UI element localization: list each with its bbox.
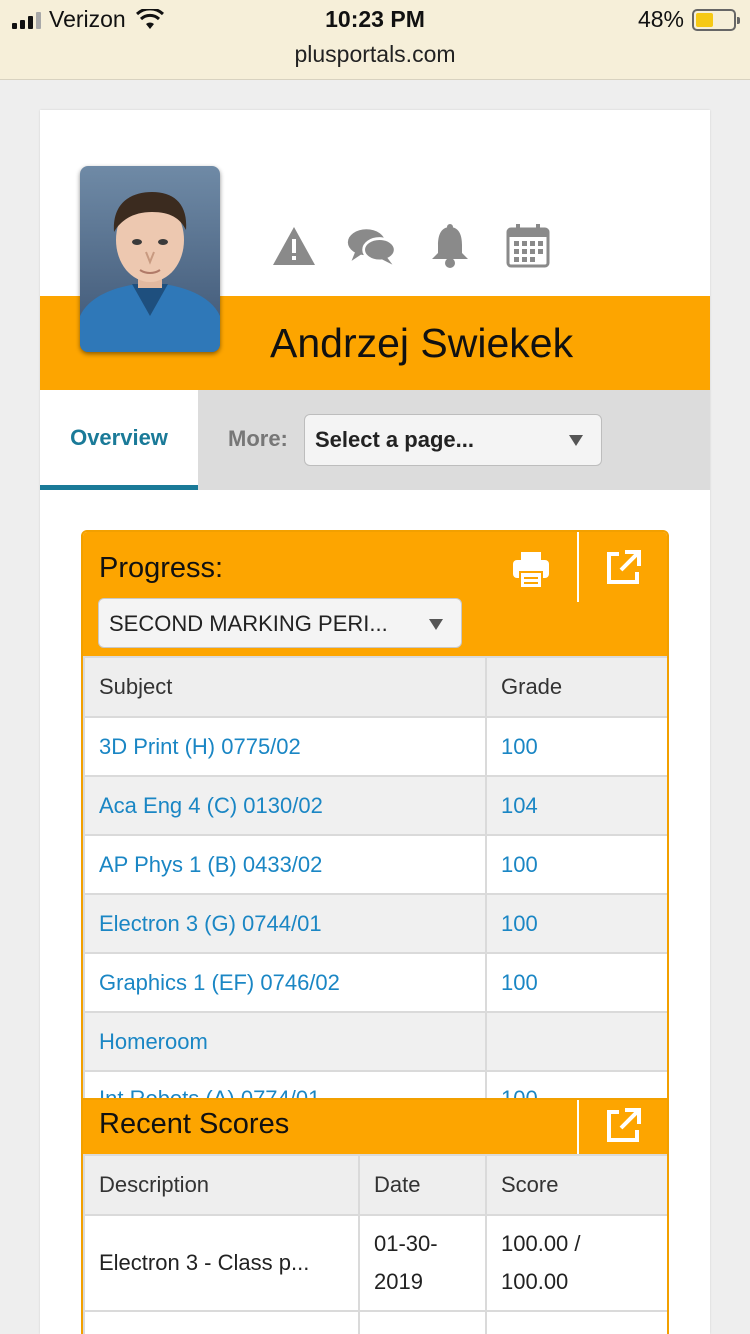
table-row[interactable]: AP Phys 1 (B) 0433/02 100 <box>83 834 667 895</box>
tab-overview[interactable]: Overview <box>40 390 198 490</box>
table-row[interactable]: Electron 3 - Class p... 01-30-2019 100.0… <box>83 1214 667 1312</box>
grade-link[interactable]: 100 <box>485 1070 667 1098</box>
subject-link[interactable]: AP Phys 1 (B) 0433/02 <box>83 834 487 895</box>
student-card: Andrzej Swiekek Overview More: Select a … <box>40 110 710 1334</box>
grade-link[interactable]: 100 <box>485 716 667 777</box>
ios-status-bar: Verizon 10:23 PM plusportals.com 48% <box>0 0 750 80</box>
subject-link[interactable]: Graphics 1 (EF) 0746/02 <box>83 952 487 1013</box>
recent-scores-header: Recent Scores <box>83 1098 667 1156</box>
notification-icons <box>268 222 554 270</box>
grade-link[interactable] <box>485 1011 667 1072</box>
page-tabs: Overview More: Select a page... <box>40 390 710 490</box>
external-link-icon[interactable] <box>603 548 643 588</box>
grade-link[interactable]: 100 <box>485 893 667 954</box>
recent-scores-title: Recent Scores <box>99 1108 290 1140</box>
battery-icon <box>692 8 740 31</box>
table-cell <box>83 1310 360 1334</box>
student-photo <box>80 166 220 352</box>
calendar-icon[interactable] <box>502 222 554 270</box>
recent-scores-table: Description Date Score Electron 3 - Clas… <box>83 1154 667 1334</box>
column-header-score: Score <box>485 1154 667 1216</box>
progress-header: Progress: SECOND MARKING PERI... <box>83 532 667 656</box>
progress-widget: Progress: SECOND MARKING PERI... Subject… <box>81 530 669 1100</box>
alert-icon[interactable] <box>268 222 320 270</box>
table-row[interactable] <box>83 1310 667 1334</box>
column-header-subject: Subject <box>83 656 487 718</box>
print-icon[interactable] <box>511 550 551 590</box>
subject-link[interactable]: Homeroom <box>83 1011 487 1072</box>
marking-period-dropdown[interactable]: SECOND MARKING PERI... <box>98 598 462 648</box>
battery-percent: 48% <box>637 6 684 32</box>
score-description: Electron 3 - Class p... <box>83 1214 360 1312</box>
grade-link[interactable]: 104 <box>485 775 667 836</box>
grade-link[interactable]: 100 <box>485 834 667 895</box>
messages-icon[interactable] <box>346 222 398 270</box>
table-row[interactable]: Aca Eng 4 (C) 0130/02 104 <box>83 775 667 836</box>
grade-link[interactable]: 100 <box>485 952 667 1013</box>
score-value: 100.00 / 100.00 <box>485 1214 667 1312</box>
battery-indicator: 48% <box>637 6 740 33</box>
chevron-down-icon <box>429 619 443 630</box>
progress-title: Progress: <box>99 552 224 584</box>
subject-link[interactable]: Electron 3 (G) 0744/01 <box>83 893 487 954</box>
progress-table: Subject Grade 3D Print (H) 0775/02 100 A… <box>83 656 667 1098</box>
column-header-grade: Grade <box>485 656 667 718</box>
table-row[interactable]: Electron 3 (G) 0744/01 100 <box>83 893 667 954</box>
address-bar-url[interactable]: plusportals.com <box>0 41 750 68</box>
page-select-value: Select a page... <box>315 427 474 452</box>
column-header-date: Date <box>358 1154 487 1216</box>
bell-icon[interactable] <box>424 222 476 270</box>
header-divider <box>577 1100 579 1156</box>
table-row[interactable]: Int Robots (A) 0774/01 100 <box>83 1070 667 1098</box>
header-divider <box>577 532 579 602</box>
more-label: More: <box>228 426 288 451</box>
table-row[interactable]: Homeroom <box>83 1011 667 1072</box>
subject-link[interactable]: 3D Print (H) 0775/02 <box>83 716 487 777</box>
subject-link[interactable]: Aca Eng 4 (C) 0130/02 <box>83 775 487 836</box>
table-row[interactable]: 3D Print (H) 0775/02 100 <box>83 716 667 777</box>
table-row[interactable]: Graphics 1 (EF) 0746/02 100 <box>83 952 667 1013</box>
chevron-down-icon <box>569 435 583 446</box>
score-date: 01-30-2019 <box>358 1214 487 1312</box>
subject-link[interactable]: Int Robots (A) 0774/01 <box>83 1070 487 1098</box>
page-select-dropdown[interactable]: Select a page... <box>304 414 602 466</box>
marking-period-value: SECOND MARKING PERI... <box>109 611 388 636</box>
column-header-description: Description <box>83 1154 360 1216</box>
external-link-icon[interactable] <box>603 1106 643 1146</box>
student-name: Andrzej Swiekek <box>270 320 574 366</box>
table-cell <box>485 1310 667 1334</box>
table-cell <box>358 1310 487 1334</box>
recent-scores-widget: Recent Scores Description Date Score Ele… <box>81 1098 669 1334</box>
